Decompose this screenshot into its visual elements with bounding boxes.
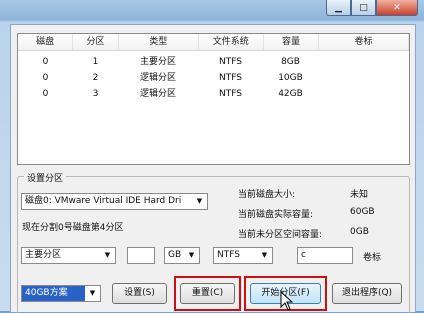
chevron-down-icon[interactable]: ▼ [184, 248, 199, 263]
column-header-type[interactable]: 类型 [119, 34, 199, 50]
cell-partition: 2 [92, 73, 99, 83]
actual-capacity-label: 当前磁盘实际容量: [238, 210, 314, 220]
cell-disk: 0 [42, 73, 49, 83]
partition-type-select[interactable]: 主要分区 ▼ [21, 247, 116, 264]
maximize-icon: □ [359, 2, 368, 13]
mouse-cursor-icon [280, 291, 294, 311]
cell-capacity: 42GB [278, 89, 303, 99]
chevron-down-icon[interactable]: ▼ [257, 248, 272, 263]
cell-filesystem: NTFS [219, 57, 242, 67]
reset-button[interactable]: 重置(C) [180, 283, 235, 304]
unpartitioned-label: 当前未分区空间容量: [238, 230, 323, 240]
group-title: 设置分区 [24, 171, 67, 184]
actual-capacity-value: 60GB [350, 207, 375, 217]
cell-label [318, 70, 408, 86]
list-header: 磁盘 分区 类型 文件系统 容量 卷标 [18, 34, 409, 51]
unit-select[interactable]: GB ▼ [164, 247, 200, 264]
cell-disk: 0 [42, 57, 49, 67]
maximize-button[interactable]: □ [351, 0, 376, 16]
partition-list[interactable]: 磁盘 分区 类型 文件系统 容量 卷标 0 1 主要分区 NTFS 8GB 0 … [17, 33, 410, 165]
volume-label-input[interactable]: c [297, 247, 353, 264]
cell-capacity: 10GB [278, 73, 303, 83]
disk-size-label: 当前磁盘大小: [238, 190, 296, 200]
chevron-down-icon[interactable]: ▼ [192, 194, 207, 209]
table-row[interactable]: 0 1 主要分区 NTFS 8GB [18, 54, 409, 70]
disk-size-value: 未知 [350, 190, 369, 200]
cell-filesystem: NTFS [219, 89, 242, 99]
cell-type: 逻辑分区 [139, 73, 176, 83]
disk-select-value: 磁盘0: VMware Virtual IDE Hard Dri [25, 196, 182, 206]
cell-label [318, 54, 408, 70]
column-header-filesystem[interactable]: 文件系统 [199, 34, 264, 50]
table-row[interactable]: 0 2 逻辑分区 NTFS 10GB [18, 70, 409, 86]
scheme-select[interactable]: 40GB方案 ▼ [21, 285, 101, 302]
caption-buttons: ▁ □ ✕ [326, 0, 418, 16]
client-area: 磁盘 分区 类型 文件系统 容量 卷标 0 1 主要分区 NTFS 8GB 0 … [10, 24, 416, 313]
column-header-label[interactable]: 卷标 [319, 34, 409, 50]
cell-filesystem: NTFS [219, 73, 242, 83]
chevron-down-icon[interactable]: ▼ [100, 248, 115, 263]
disk-select[interactable]: 磁盘0: VMware Virtual IDE Hard Dri ▼ [21, 193, 208, 210]
volume-label-caption: 卷标 [363, 253, 382, 263]
cell-partition: 1 [92, 57, 99, 67]
cell-label [318, 86, 408, 102]
partition-type-value: 主要分区 [25, 250, 62, 260]
table-row[interactable]: 0 3 逻辑分区 NTFS 42GB [18, 86, 409, 102]
cell-partition: 3 [92, 89, 99, 99]
status-text: 现在分割0号磁盘第4分区 [22, 223, 124, 233]
close-icon: ✕ [393, 2, 401, 13]
unpartitioned-value: 0GB [350, 227, 369, 237]
filesystem-select-value: NTFS [217, 250, 240, 260]
cell-type: 逻辑分区 [139, 89, 176, 99]
column-header-partition[interactable]: 分区 [73, 34, 119, 50]
size-input[interactable] [127, 247, 155, 264]
column-header-capacity[interactable]: 容量 [264, 34, 320, 50]
filesystem-select[interactable]: NTFS ▼ [213, 247, 273, 264]
minimize-icon: ▁ [335, 2, 342, 13]
cell-capacity: 8GB [281, 57, 300, 67]
set-button[interactable]: 设置(S) [112, 283, 167, 304]
minimize-button[interactable]: ▁ [326, 0, 351, 16]
partition-tool-window: ▁ □ ✕ 磁盘 分区 类型 文件系统 容量 卷标 0 1 主要分区 NTFS … [0, 0, 424, 313]
scheme-select-value: 40GB方案 [25, 288, 68, 298]
cell-disk: 0 [42, 89, 49, 99]
exit-button[interactable]: 退出程序(Q) [332, 283, 402, 304]
chevron-down-icon[interactable]: ▼ [85, 286, 100, 301]
close-button[interactable]: ✕ [376, 0, 418, 16]
cell-type: 主要分区 [139, 57, 176, 67]
partition-settings-group: 设置分区 磁盘0: VMware Virtual IDE Hard Dri ▼ … [17, 171, 410, 313]
unit-select-value: GB [168, 250, 182, 260]
column-header-disk[interactable]: 磁盘 [18, 34, 74, 50]
